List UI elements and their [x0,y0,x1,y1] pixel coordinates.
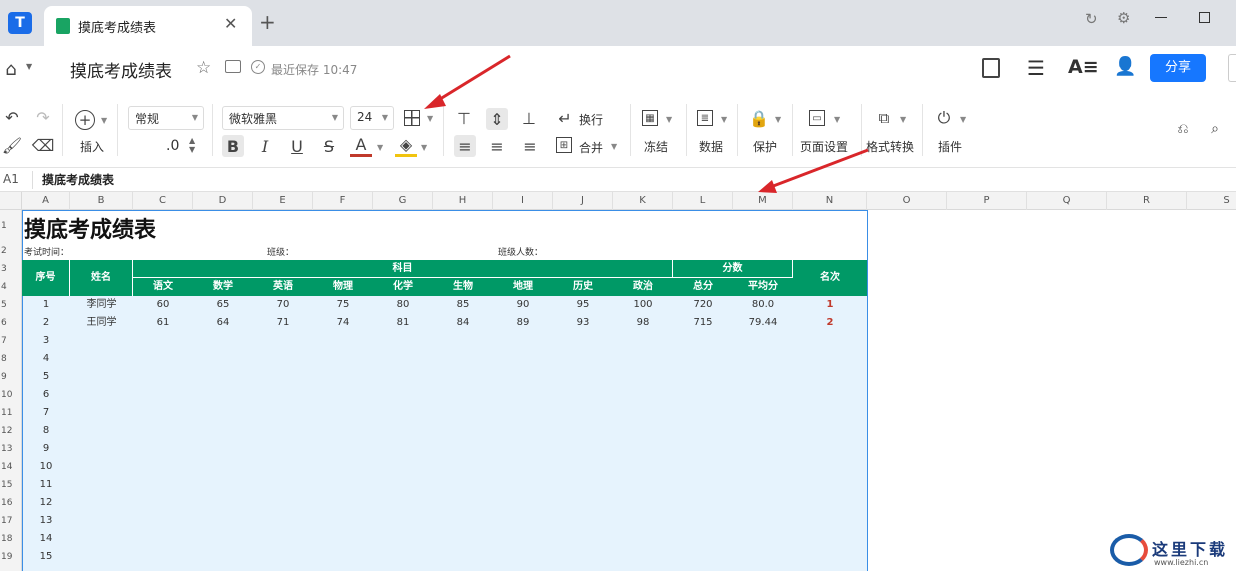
annotation-arrowhead-column-m [758,180,777,193]
annotation-arrow-column-m [767,148,869,190]
annotation-arrows [424,54,869,193]
annotation-arrow-border [431,54,511,106]
